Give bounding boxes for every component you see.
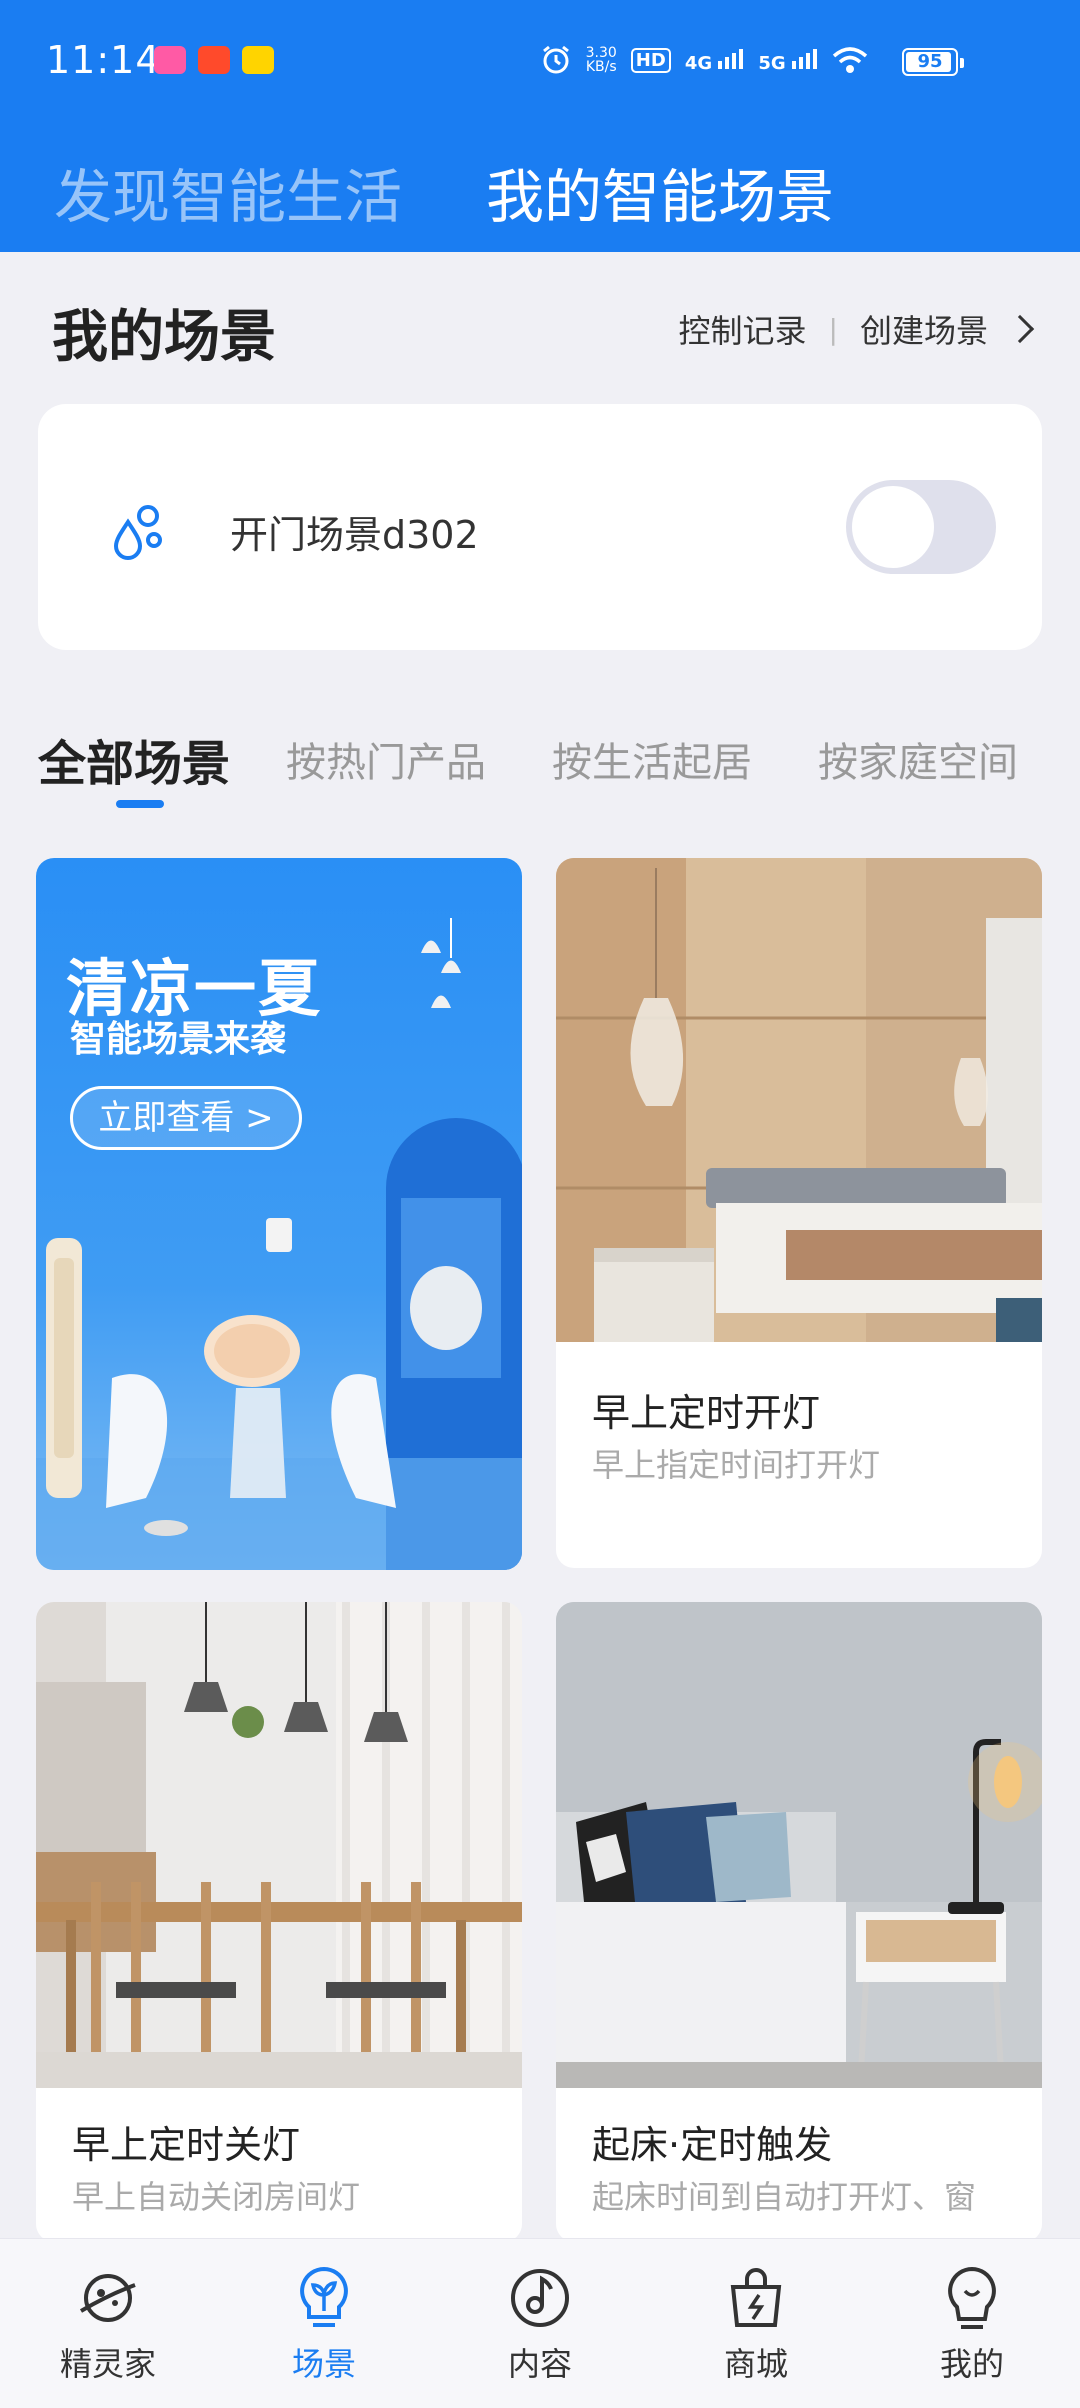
hd-label: HD <box>630 47 671 73</box>
app-notification-icon <box>154 46 186 74</box>
sprout-bulb-icon <box>300 2266 348 2327</box>
tab-by-hot-products[interactable]: 按热门产品 <box>286 730 486 788</box>
scene-card-wake-up-trigger[interactable]: 起床·定时触发 起床时间到自动打开灯、窗 <box>556 1602 1042 2242</box>
signal-4g-label: 4G <box>684 52 713 74</box>
nav-label: 内容 <box>507 2345 572 2383</box>
my-scenes-links: 控制记录 | 创建场景 <box>679 306 1035 352</box>
nav-item-mall[interactable]: 商城 <box>676 2265 836 2385</box>
card-subtitle: 起床时间到自动打开灯、窗 <box>592 2178 977 2216</box>
app-notification-icon <box>198 46 230 74</box>
nav-item-home[interactable]: 精灵家 <box>28 2265 188 2385</box>
chevron-right-icon[interactable] <box>1005 314 1035 344</box>
signal-bars-icon <box>718 48 744 69</box>
signal-5g: 5G <box>758 47 818 74</box>
category-tabs: 全部场景 按热门产品 按生活起居 按家庭空间 <box>38 730 1080 820</box>
notification-icons <box>154 46 274 74</box>
toggle-knob <box>852 486 934 568</box>
status-time: 11:14 <box>46 38 161 82</box>
status-bar: 11:14 3.30 KB/s HD 4G 5G 95 <box>0 0 1080 122</box>
nav-label: 精灵家 <box>59 2345 156 2383</box>
app-notification-icon <box>242 46 274 74</box>
tab-all-scenes[interactable]: 全部场景 <box>38 724 230 794</box>
scene-toggle[interactable] <box>846 480 996 574</box>
tab-discover-smart-life[interactable]: 发现智能生活 <box>54 150 402 234</box>
net-speed-value: 3.30 <box>585 45 617 61</box>
signal-5g-label: 5G <box>758 52 786 74</box>
water-drops-icon <box>113 505 162 560</box>
status-right: 3.30 KB/s HD 4G 5G <box>540 44 960 76</box>
bottom-navigation: 精灵家 场景 内容 商城 我的 <box>0 2238 1080 2408</box>
promo-view-button[interactable]: 立即查看 > <box>70 1086 302 1150</box>
alarm-icon <box>542 45 569 74</box>
signal-bars-icon <box>792 48 817 69</box>
profile-bulb-icon <box>948 2266 996 2329</box>
battery-nub <box>960 58 964 68</box>
control-record-link[interactable]: 控制记录 <box>679 306 807 352</box>
promo-subline: 智能场景来袭 <box>70 1019 287 1060</box>
scene-name: 开门场景d302 <box>230 513 479 557</box>
scene-card-morning-lights-off[interactable]: 早上定时关灯 早上自动关闭房间灯 <box>36 1602 522 2242</box>
music-note-icon <box>511 2269 569 2327</box>
card-subtitle: 早上指定时间打开灯 <box>592 1446 881 1484</box>
tab-by-daily-life[interactable]: 按生活起居 <box>552 730 752 788</box>
bedroom-image <box>556 858 1042 1342</box>
wifi-icon <box>832 47 868 73</box>
card-title: 早上定时开灯 <box>592 1391 821 1435</box>
nav-item-profile[interactable]: 我的 <box>892 2265 1052 2385</box>
my-scene-card[interactable]: 开门场景d302 <box>38 404 1042 650</box>
nav-item-content[interactable]: 内容 <box>460 2265 620 2385</box>
nav-label: 我的 <box>939 2345 1004 2383</box>
dining-room-image <box>36 1602 522 2088</box>
planet-icon <box>79 2274 136 2322</box>
link-separator: | <box>828 312 838 346</box>
active-tab-indicator <box>116 800 164 808</box>
net-speed-unit: KB/s <box>585 59 617 75</box>
shopping-bag-icon <box>730 2268 782 2327</box>
scene-card-morning-lights-on[interactable]: 早上定时开灯 早上指定时间打开灯 <box>556 858 1042 1568</box>
battery-indicator: 95 <box>902 48 964 76</box>
tab-by-home-space[interactable]: 按家庭空间 <box>818 730 1018 788</box>
card-subtitle: 早上自动关闭房间灯 <box>72 2178 361 2216</box>
card-title: 起床·定时触发 <box>592 2123 833 2167</box>
signal-4g: 4G <box>685 47 745 74</box>
section-title-my-scenes: 我的场景 <box>52 305 276 370</box>
bedside-image <box>556 1602 1042 2088</box>
net-speed: 3.30 KB/s <box>586 46 617 74</box>
promo-banner-card[interactable]: 清凉一夏 智能场景来袭 立即查看 > <box>36 858 522 1570</box>
nav-label: 商城 <box>723 2345 788 2383</box>
nav-label: 场景 <box>291 2345 356 2383</box>
create-scene-link[interactable]: 创建场景 <box>860 306 988 352</box>
top-header: 11:14 3.30 KB/s HD 4G 5G 95 发现智能生活 我的智能场… <box>0 0 1080 252</box>
battery-level: 95 <box>917 51 943 72</box>
nav-item-scenes[interactable]: 场景 <box>244 2265 404 2385</box>
tab-my-smart-scenes[interactable]: 我的智能场景 <box>486 150 834 234</box>
card-title: 早上定时关灯 <box>72 2123 301 2167</box>
